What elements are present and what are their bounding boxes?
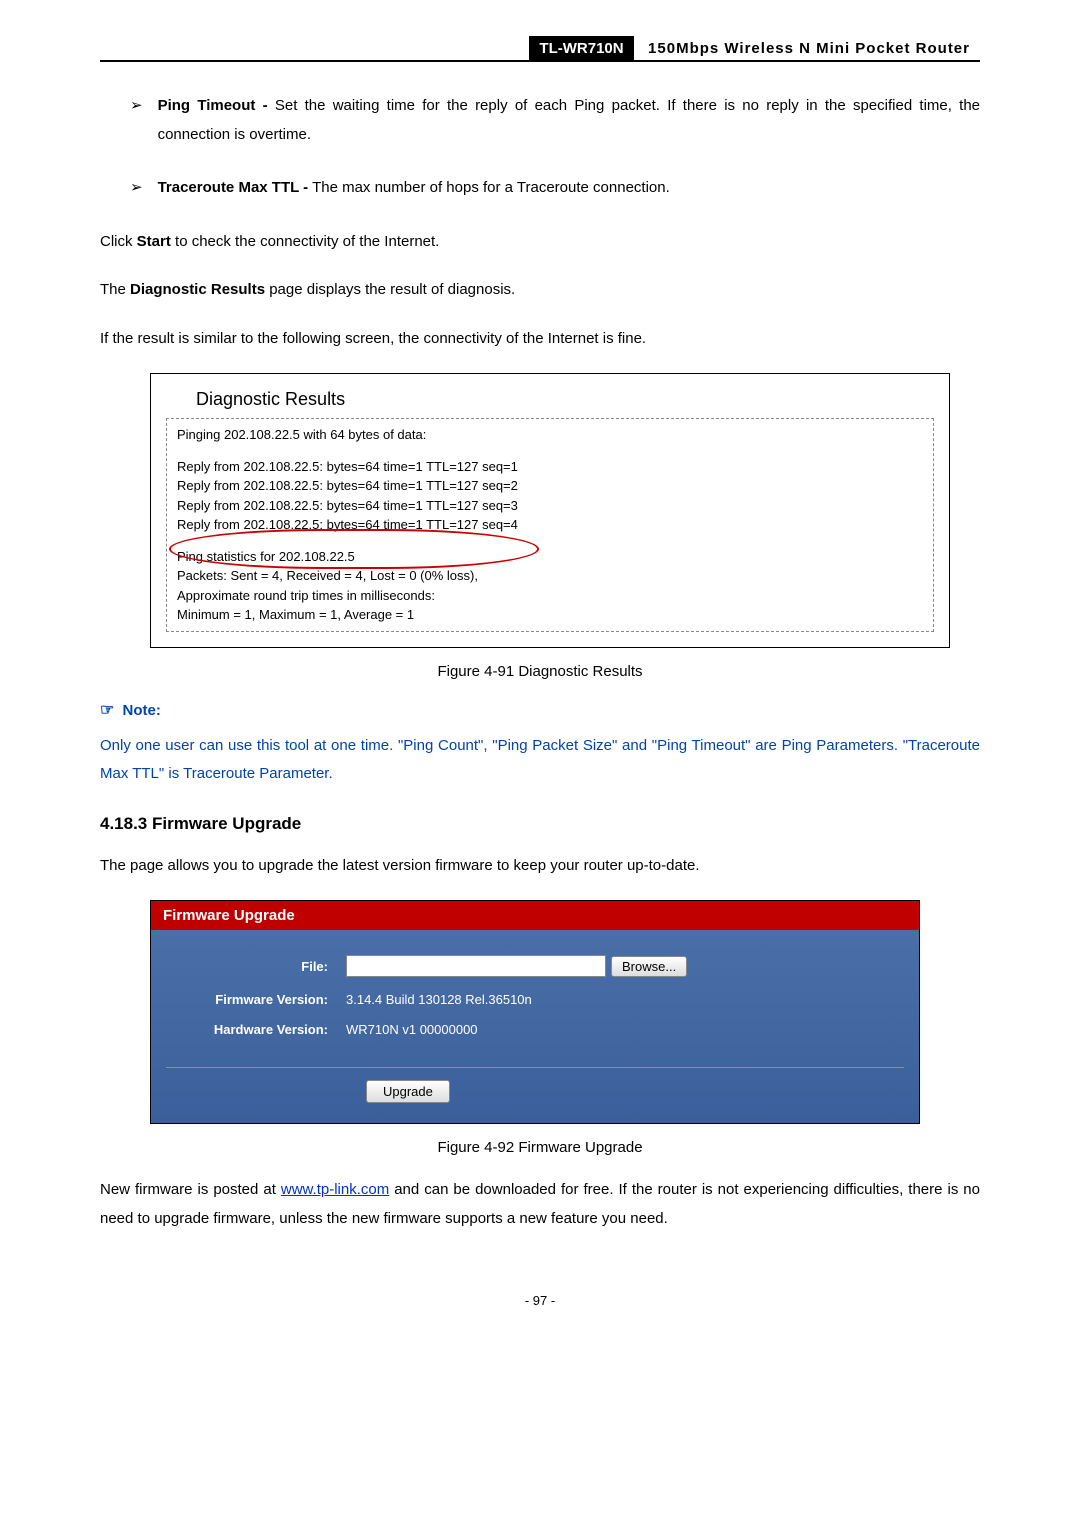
header-title: 150Mbps Wireless N Mini Pocket Router — [638, 36, 980, 61]
page-number: - 97 - — [100, 1293, 980, 1308]
section-intro: The page allows you to upgrade the lates… — [100, 852, 980, 881]
hw-version-value: WR710N v1 00000000 — [346, 1022, 478, 1037]
firmware-header: Firmware Upgrade — [151, 901, 919, 930]
firmware-upgrade-box: Firmware Upgrade File: Browse... Firmwar… — [150, 900, 920, 1124]
bullet-label: Traceroute Max TTL - — [158, 179, 309, 196]
tp-link-link[interactable]: www.tp-link.com — [281, 1181, 389, 1198]
note-icon: ☞ — [100, 702, 114, 719]
bullet-text: The max number of hops for a Traceroute … — [308, 179, 670, 196]
file-input[interactable] — [346, 955, 606, 977]
para-diag-results: The Diagnostic Results page displays the… — [100, 276, 980, 305]
arrow-icon: ➢ — [130, 92, 143, 149]
diagnostic-results-box: Diagnostic Results Pinging 202.108.22.5 … — [150, 373, 950, 648]
note-text: Only one user can use this tool at one t… — [100, 732, 980, 789]
bullet-ping-timeout: ➢ Ping Timeout - Set the waiting time fo… — [130, 92, 980, 149]
hw-version-label: Hardware Version: — [166, 1022, 346, 1037]
browse-button[interactable]: Browse... — [611, 956, 687, 977]
file-label: File: — [166, 959, 346, 974]
bullet-text: Set the waiting time for the reply of ea… — [158, 97, 980, 143]
fw-version-label: Firmware Version: — [166, 992, 346, 1007]
note-label: Note: — [123, 702, 161, 719]
new-firmware-text: New firmware is posted at www.tp-link.co… — [100, 1176, 980, 1233]
para-if-result: If the result is similar to the followin… — [100, 325, 980, 354]
upgrade-button[interactable]: Upgrade — [366, 1080, 450, 1103]
diagnostic-content: Pinging 202.108.22.5 with 64 bytes of da… — [166, 418, 934, 632]
bullet-label: Ping Timeout - — [158, 97, 268, 114]
figure-92-caption: Figure 4-92 Firmware Upgrade — [100, 1139, 980, 1156]
arrow-icon: ➢ — [130, 174, 143, 203]
fw-version-value: 3.14.4 Build 130128 Rel.36510n — [346, 992, 532, 1007]
para-click-start: Click Start to check the connectivity of… — [100, 228, 980, 257]
note-header: ☞ Note: — [100, 700, 980, 720]
diagnostic-title: Diagnostic Results — [166, 384, 934, 418]
header-model: TL-WR710N — [529, 36, 633, 61]
section-heading: 4.18.3 Firmware Upgrade — [100, 814, 980, 834]
figure-91-caption: Figure 4-91 Diagnostic Results — [100, 663, 980, 680]
bullet-traceroute-ttl: ➢ Traceroute Max TTL - The max number of… — [130, 174, 980, 203]
doc-header: TL-WR710N 150Mbps Wireless N Mini Pocket… — [100, 40, 980, 62]
